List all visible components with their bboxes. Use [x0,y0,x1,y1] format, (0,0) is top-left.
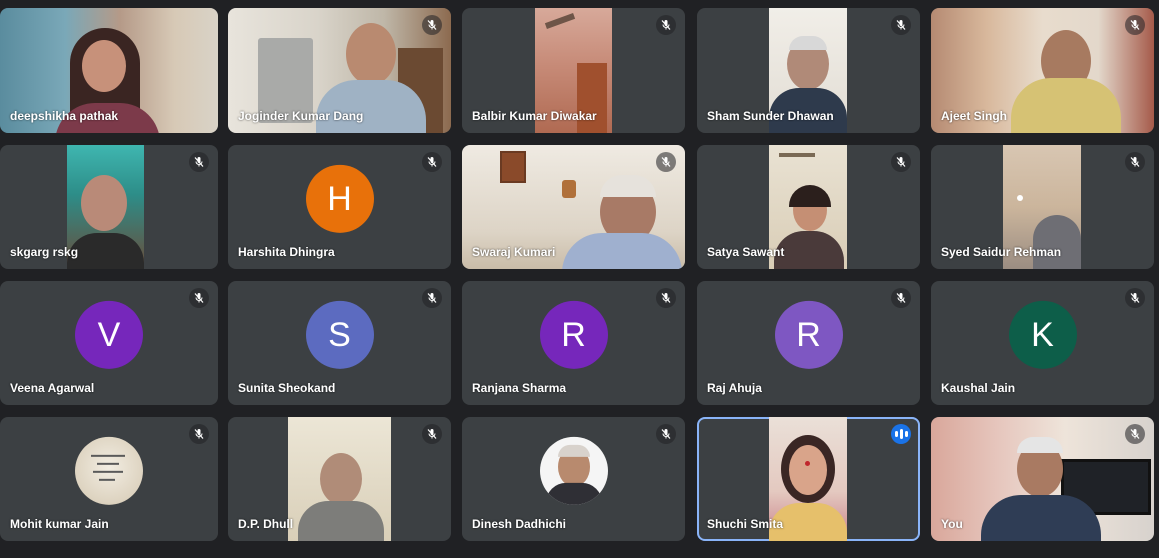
mic-off-icon [427,293,437,303]
participant-tile-you[interactable]: You [931,417,1154,541]
participant-avatar: V [75,300,143,369]
participant-name: skgarg rskg [10,245,79,259]
mute-indicator [1125,424,1145,444]
participant-avatar: H [305,164,374,233]
participant-tile-syed-saidur-rehman[interactable]: Syed Saidur Rehman [931,145,1154,269]
mic-off-icon [896,157,906,167]
mic-off-icon [896,20,906,30]
participant-avatar: R [539,300,608,369]
mic-off-icon [194,429,204,439]
mic-off-icon [1130,429,1140,439]
mic-off-icon [427,157,437,167]
participant-tile-skgarg-rskg[interactable]: skgarg rskg [0,145,218,269]
participant-name: Veena Agarwal [10,381,95,395]
mute-indicator [422,152,442,172]
mute-indicator [422,15,442,35]
mute-indicator [891,152,911,172]
mute-indicator [656,288,676,308]
mic-off-icon [1130,157,1140,167]
participant-tile-dinesh-dadhichi[interactable]: Dinesh Dadhichi [462,417,685,541]
mute-indicator [189,424,209,444]
mic-off-icon [896,293,906,303]
participant-name: Ranjana Sharma [472,381,567,395]
participant-tile-ajeet-singh[interactable]: Ajeet Singh [931,8,1154,133]
mic-off-icon [427,20,437,30]
participant-tile-deepshikha-pathak[interactable]: deepshikha pathak [0,8,218,133]
participant-avatar: S [305,300,374,369]
participant-tile-satya-sawant[interactable]: Satya Sawant [697,145,920,269]
participant-avatar: R [774,300,843,369]
participant-name: Syed Saidur Rehman [941,245,1062,259]
participant-tile-swaraj-kumari[interactable]: Swaraj Kumari [462,145,685,269]
mute-indicator [189,288,209,308]
participant-name: D.P. Dhull [238,517,294,531]
mute-indicator [1125,152,1145,172]
participant-tile-shuchi-smita[interactable]: Shuchi Smita [697,417,920,541]
participant-name: Kaushal Jain [941,381,1016,395]
mic-off-icon [427,429,437,439]
participant-avatar [75,436,143,505]
participant-tile-raj-ahuja[interactable]: R Raj Ahuja [697,281,920,405]
participant-tile-harshita-dhingra[interactable]: H Harshita Dhingra [228,145,451,269]
participant-tile-joginder-kumar-dang[interactable]: Joginder Kumar Dang [228,8,451,133]
video-feed [288,417,391,541]
participant-tile-balbir-kumar-diwakar[interactable]: Balbir Kumar Diwakar [462,8,685,133]
participant-avatar [539,436,608,505]
participant-name: Swaraj Kumari [472,245,556,259]
mute-indicator [891,288,911,308]
mic-off-icon [194,157,204,167]
video-feed [67,145,144,269]
participant-name: Sham Sunder Dhawan [707,109,834,123]
participant-tile-veena-agarwal[interactable]: V Veena Agarwal [0,281,218,405]
mute-indicator [1125,15,1145,35]
mic-off-icon [661,429,671,439]
participant-tile-sham-sunder-dhawan[interactable]: Sham Sunder Dhawan [697,8,920,133]
participant-name: Dinesh Dadhichi [472,517,567,531]
avatar-photo [91,454,125,481]
mute-indicator [189,152,209,172]
participant-tile-mohit-kumar-jain[interactable]: Mohit kumar Jain [0,417,218,541]
mute-indicator [422,288,442,308]
participant-name: Harshita Dhingra [238,245,335,259]
participant-tile-kaushal-jain[interactable]: K Kaushal Jain [931,281,1154,405]
mute-indicator [656,424,676,444]
mic-off-icon [194,293,204,303]
participant-name: Joginder Kumar Dang [238,109,364,123]
participant-name: You [941,517,963,531]
participant-name: Ajeet Singh [941,109,1008,123]
participant-name: Sunita Sheokand [238,381,336,395]
mute-indicator [422,424,442,444]
mic-off-icon [661,20,671,30]
participant-name: Mohit kumar Jain [10,517,109,531]
participant-name: Satya Sawant [707,245,785,259]
mute-indicator [1125,288,1145,308]
audio-level-icon [891,424,911,444]
mic-off-icon [1130,20,1140,30]
participant-name: Shuchi Smita [707,517,784,531]
participant-name: deepshikha pathak [10,109,119,123]
mute-indicator [891,15,911,35]
participant-name: Balbir Kumar Diwakar [472,109,597,123]
participant-tile-dp-dhull[interactable]: D.P. Dhull [228,417,451,541]
mic-off-icon [661,157,671,167]
mute-indicator [656,152,676,172]
participant-name: Raj Ahuja [707,381,762,395]
mic-off-icon [661,293,671,303]
participant-tile-ranjana-sharma[interactable]: R Ranjana Sharma [462,281,685,405]
participant-tile-sunita-sheokand[interactable]: S Sunita Sheokand [228,281,451,405]
participant-avatar: K [1008,300,1077,369]
mute-indicator [656,15,676,35]
mic-off-icon [1130,293,1140,303]
video-feed [931,417,1154,541]
